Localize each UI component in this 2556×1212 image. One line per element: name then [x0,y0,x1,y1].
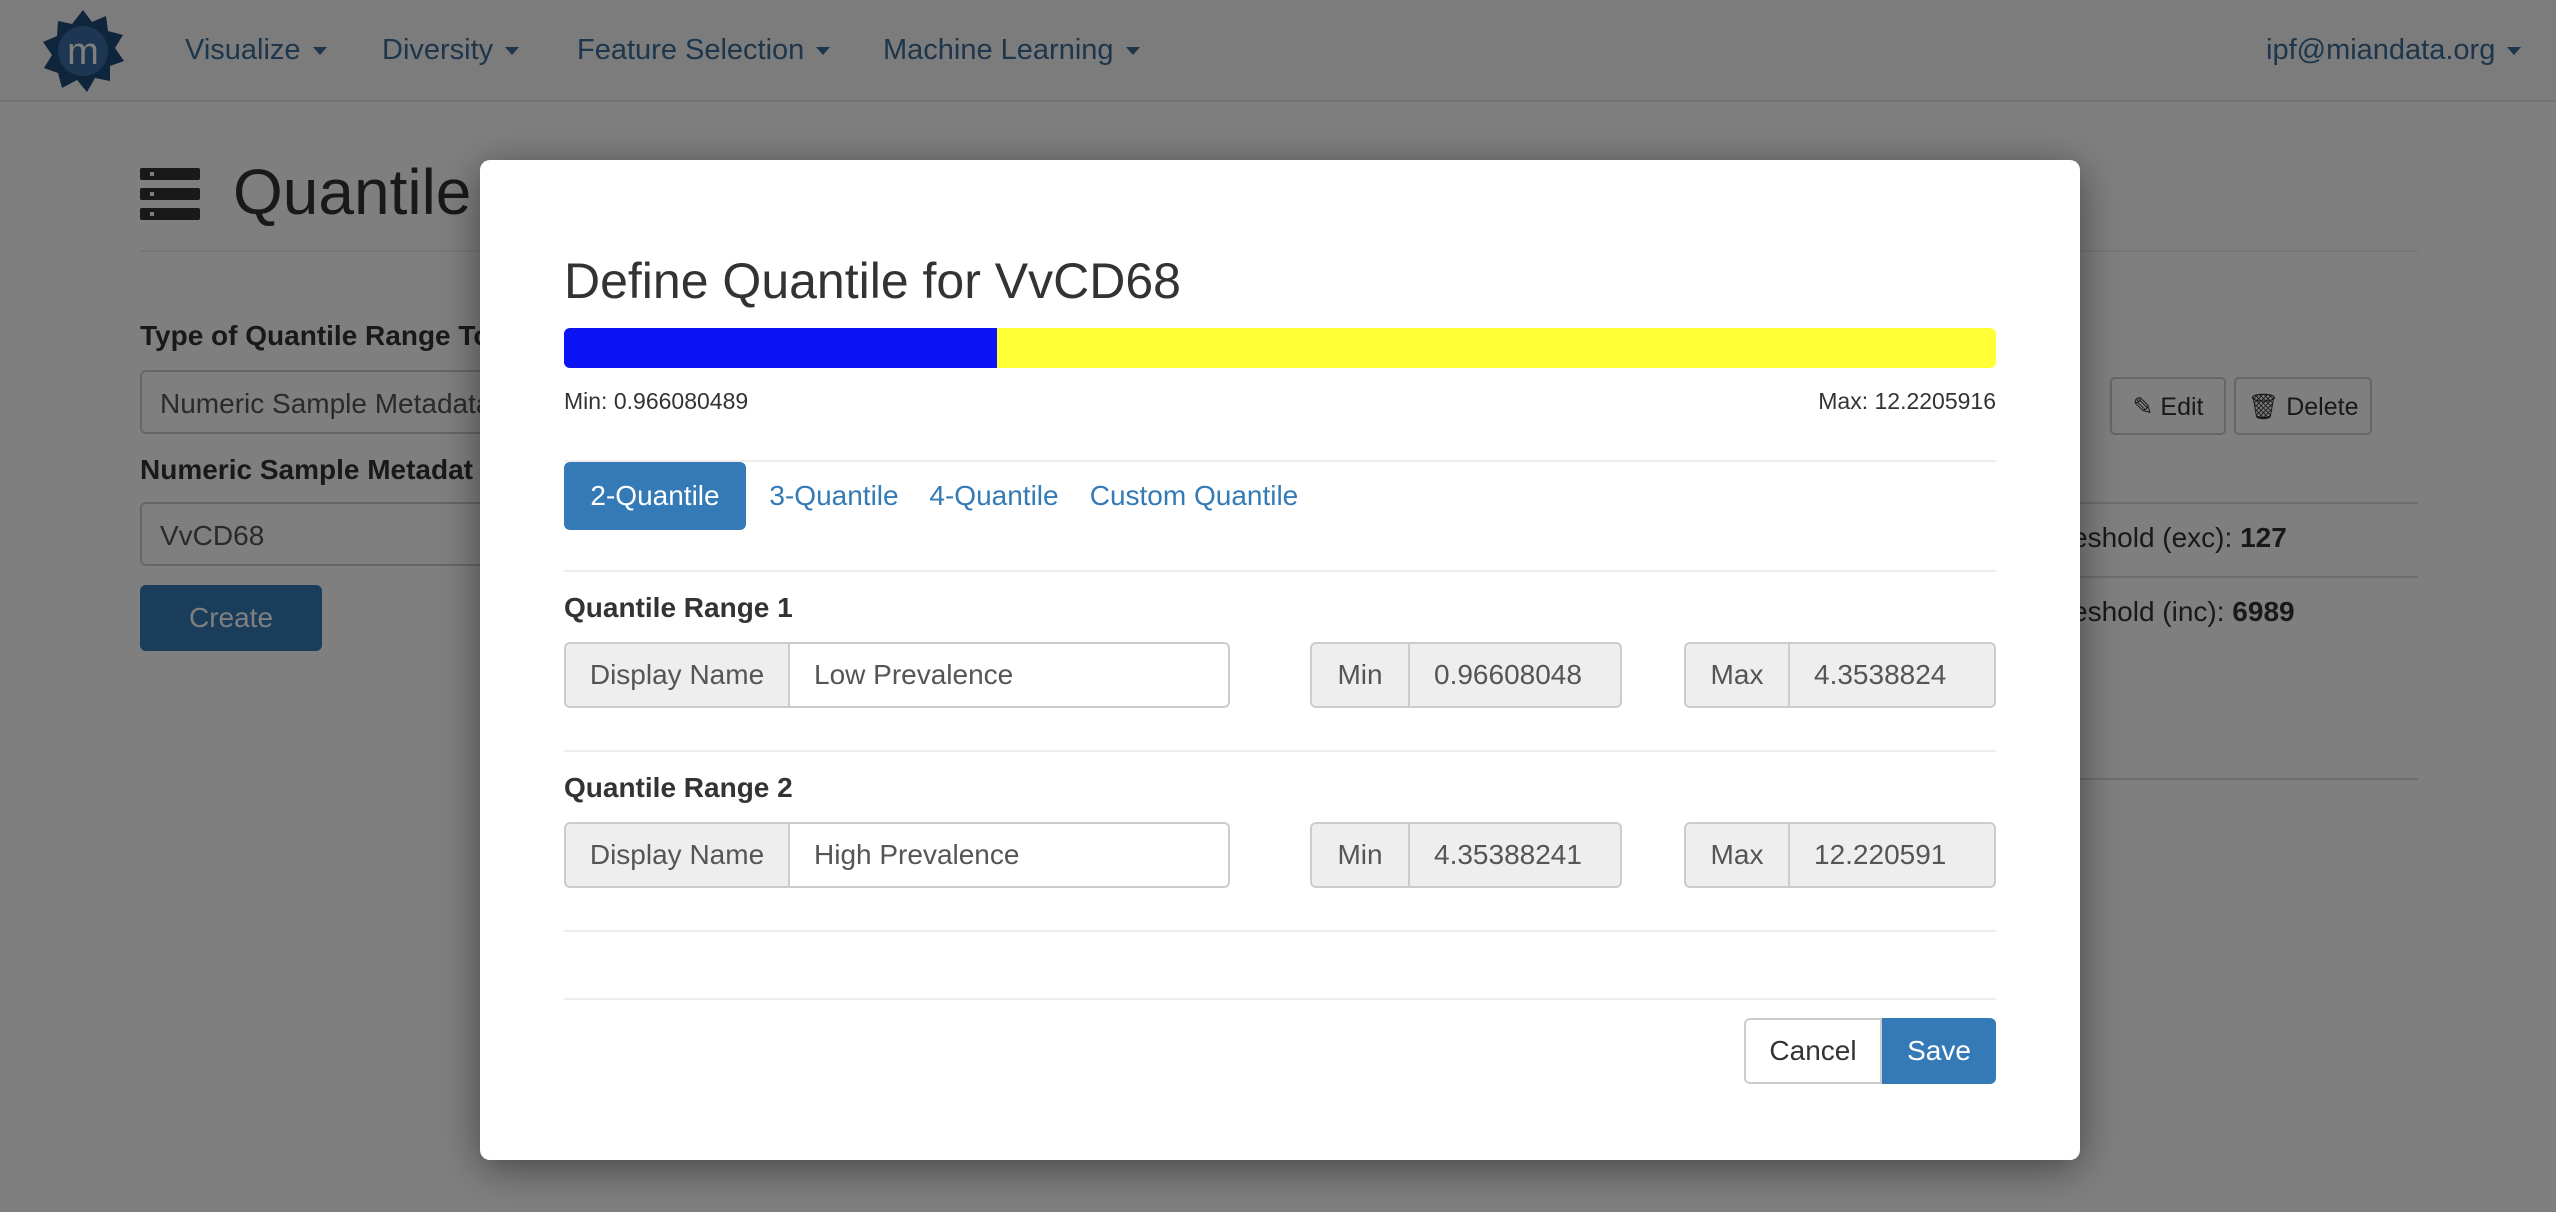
quantile-range-2-label: Quantile Range 2 [564,772,793,803]
range-2-min-input[interactable]: 4.35388241 [1408,822,1622,888]
min-addon: Min [1310,642,1410,708]
range-max-text: Max: 12.2205916 [1818,388,1996,414]
range-1-display-name-input[interactable]: Low Prevalence [788,642,1230,708]
quantile-bar-segment-2 [996,328,1996,368]
display-name-addon: Display Name [564,822,790,888]
divider [564,930,1996,932]
display-name-addon: Display Name [564,642,790,708]
quantile-progress-bar [564,328,1996,368]
range-2-display-name-input[interactable]: High Prevalence [788,822,1230,888]
range-1-min-input[interactable]: 0.96608048 [1408,642,1622,708]
define-quantile-modal: Define Quantile for VvCD68 Min: 0.966080… [480,160,2080,1160]
divider [564,570,1996,572]
save-button[interactable]: Save [1882,1018,1996,1084]
modal-title: Define Quantile for VvCD68 [564,253,1181,309]
divider [564,750,1996,752]
tab-custom-quantile[interactable]: Custom Quantile [1082,462,1306,530]
max-addon: Max [1684,642,1790,708]
min-addon: Min [1310,822,1410,888]
modal-footer-divider [564,998,1996,1000]
tab-3-quantile[interactable]: 3-Quantile [762,462,906,530]
range-2-max-input[interactable]: 12.220591 [1788,822,1996,888]
quantile-bar-segment-1 [564,328,997,368]
cancel-button[interactable]: Cancel [1744,1018,1882,1084]
range-min-text: Min: 0.966080489 [564,388,749,414]
max-addon: Max [1684,822,1790,888]
tab-4-quantile[interactable]: 4-Quantile [922,462,1066,530]
quantile-range-1-label: Quantile Range 1 [564,592,793,623]
range-1-max-input[interactable]: 4.3538824 [1788,642,1996,708]
tab-2-quantile[interactable]: 2-Quantile [564,462,746,530]
